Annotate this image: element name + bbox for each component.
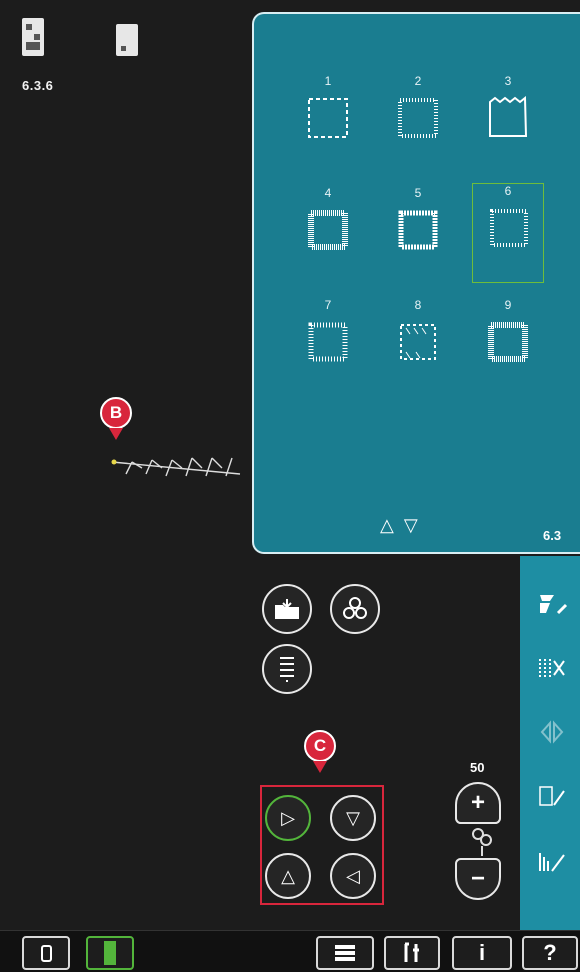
minus-icon: − xyxy=(470,865,485,892)
stitch-cell-2[interactable]: 2 xyxy=(382,74,454,156)
zigzag-square-stitch-icon xyxy=(489,96,528,137)
help-button[interactable]: ? xyxy=(522,936,578,970)
scroll-down-icon[interactable]: ▽ xyxy=(404,515,428,535)
grid-thumbnail-icon xyxy=(26,24,40,50)
home-icon xyxy=(40,944,52,962)
stitch-number: 1 xyxy=(324,74,332,88)
stitch-number: 7 xyxy=(324,298,332,312)
rotate-text-icon xyxy=(280,657,294,682)
stitch-number: 4 xyxy=(324,186,332,200)
stitch-cell-9[interactable]: 9 xyxy=(472,298,544,380)
zoom-out-button[interactable]: − xyxy=(455,858,501,900)
callout-marker-b-tail xyxy=(109,428,123,440)
triangle-left-icon: ◁ xyxy=(346,865,360,886)
rotate-button[interactable] xyxy=(262,644,312,694)
stitch-cell-4[interactable]: 4 xyxy=(292,186,364,268)
info-icon: i xyxy=(478,940,486,965)
design-thumbnail-icon[interactable] xyxy=(22,18,44,56)
dashed-square-stitch-icon xyxy=(308,98,348,138)
menu-list-button[interactable] xyxy=(316,936,374,970)
callout-marker-c: C xyxy=(304,730,336,762)
stitch-program-icon[interactable] xyxy=(530,776,574,816)
page-thumbnail-icon[interactable] xyxy=(116,24,138,56)
zoom-in-button[interactable]: + xyxy=(455,782,501,824)
comb-square-stitch-icon xyxy=(308,322,348,362)
satin-square-stitch-icon xyxy=(308,210,348,250)
stitch-cell-6[interactable]: 6 xyxy=(472,183,544,283)
sewing-mode-button[interactable] xyxy=(86,936,134,970)
tools-icon xyxy=(404,942,419,962)
cross-square-stitch-icon xyxy=(488,322,528,362)
menu-scroll-arrows: △▽ xyxy=(380,515,428,536)
triangle-down-icon: ▽ xyxy=(346,807,360,828)
zoom-value: 50 xyxy=(470,760,485,775)
move-right-button[interactable]: ▷ xyxy=(265,795,311,841)
side-toolbar xyxy=(520,556,580,930)
stitch-number: 2 xyxy=(414,74,422,88)
corner-thumbnail-icon xyxy=(121,46,126,51)
thread-cutter-icon[interactable] xyxy=(530,648,574,688)
stitch-cell-7[interactable]: 7 xyxy=(292,298,364,380)
stitch-menu-icon[interactable] xyxy=(530,584,574,624)
home-button[interactable] xyxy=(22,936,70,970)
zoom-spool-icon xyxy=(470,826,494,858)
stitch-number: 3 xyxy=(504,74,512,88)
folder-import-icon xyxy=(275,599,299,619)
blanket-square-stitch-icon xyxy=(398,98,438,138)
feather-square-stitch-icon xyxy=(490,209,528,247)
tapering-icon[interactable] xyxy=(530,842,574,882)
plus-icon: + xyxy=(470,789,485,816)
wave-square-stitch-icon xyxy=(398,210,438,250)
callout-marker-b: B xyxy=(100,397,132,429)
mirror-icon[interactable] xyxy=(530,712,574,752)
pattern-sequence-button[interactable] xyxy=(330,584,380,634)
import-design-button[interactable] xyxy=(262,584,312,634)
stitch-number: 8 xyxy=(414,298,422,312)
sewing-mode-icon xyxy=(104,941,116,965)
flower-pattern-icon xyxy=(343,597,367,619)
slant-square-stitch-icon xyxy=(400,324,436,360)
move-down-button[interactable]: ▽ xyxy=(330,795,376,841)
help-icon: ? xyxy=(543,940,557,965)
triangle-right-icon: ▷ xyxy=(281,807,295,828)
stitch-cell-8[interactable]: 8 xyxy=(382,298,454,380)
stitch-position-label: 6.3.6 xyxy=(22,78,54,93)
move-up-button[interactable]: △ xyxy=(265,853,311,899)
scroll-up-icon[interactable]: △ xyxy=(380,515,404,535)
needle-position-dot xyxy=(111,459,117,465)
stitch-preview-line xyxy=(111,457,241,477)
move-left-button[interactable]: ◁ xyxy=(330,853,376,899)
stitch-cell-5[interactable]: 5 xyxy=(382,186,454,268)
callout-marker-c-tail xyxy=(313,761,327,773)
stitch-cell-1[interactable]: 1 xyxy=(292,74,364,156)
stitch-number: 9 xyxy=(504,298,512,312)
triangle-up-icon: △ xyxy=(281,865,295,886)
stitch-number: 5 xyxy=(414,186,422,200)
settings-button[interactable] xyxy=(384,936,440,970)
stitch-cell-3[interactable]: 3 xyxy=(472,74,544,156)
menu-number-label: 6.3 xyxy=(543,528,562,543)
info-button[interactable]: i xyxy=(452,936,512,970)
stitch-number: 6 xyxy=(504,184,512,198)
list-icon xyxy=(335,945,355,961)
